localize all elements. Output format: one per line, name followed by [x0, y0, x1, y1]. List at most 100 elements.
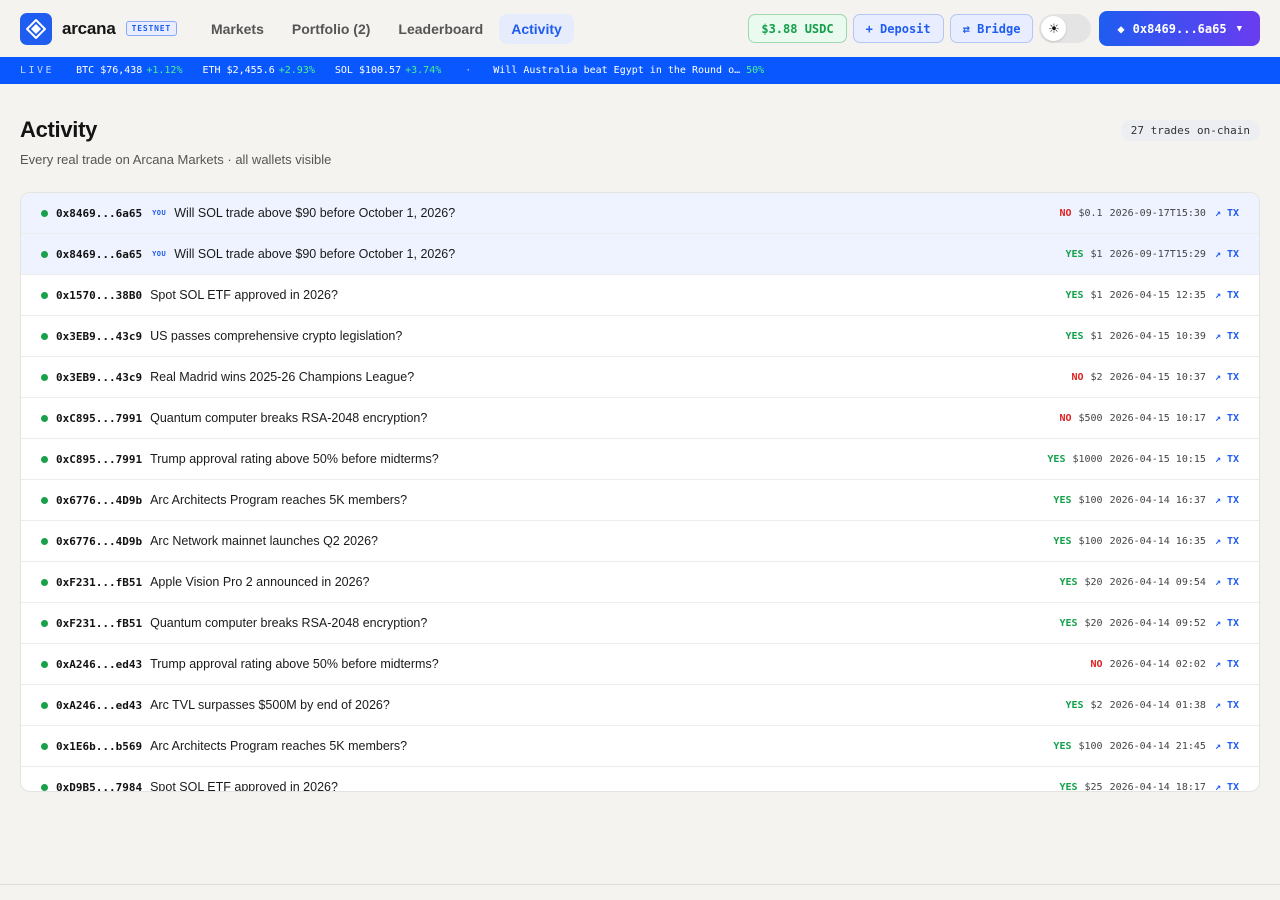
wallet-address[interactable]: 0xA246...ed43	[56, 658, 142, 671]
table-row[interactable]: 0xF231...fB51 Apple Vision Pro 2 announce…	[21, 562, 1259, 603]
tx-link[interactable]: ↗ TX	[1215, 741, 1239, 752]
wallet-address[interactable]: 0x3EB9...43c9	[56, 330, 142, 343]
table-row[interactable]: 0x6776...4D9b Arc Network mainnet launche…	[21, 521, 1259, 562]
trade-meta: YES $20 2026-04-14 09:52 ↗ TX	[1059, 618, 1239, 629]
wallet-address[interactable]: 0x8469...6a65	[56, 207, 142, 220]
deposit-button[interactable]: + Deposit	[852, 14, 944, 43]
trade-timestamp: 2026-04-14 21:45	[1109, 740, 1206, 752]
table-row[interactable]: 0x3EB9...43c9 Real Madrid wins 2025-26 Ch…	[21, 357, 1259, 398]
market-question[interactable]: Spot SOL ETF approved in 2026?	[150, 780, 338, 791]
trade-count-badge: 27 trades on-chain	[1120, 120, 1260, 141]
tx-link[interactable]: ↗ TX	[1215, 659, 1239, 670]
tx-link[interactable]: ↗ TX	[1215, 782, 1239, 792]
wallet-address[interactable]: 0x6776...4D9b	[56, 494, 142, 507]
trade-meta: YES $100 2026-04-14 16:35 ↗ TX	[1053, 536, 1239, 547]
market-question[interactable]: Quantum computer breaks RSA-2048 encrypt…	[150, 411, 427, 425]
wallet-address[interactable]: 0x1E6b...b569	[56, 740, 142, 753]
nav-activity[interactable]: Activity	[499, 13, 574, 44]
table-row[interactable]: 0xF231...fB51 Quantum computer breaks RSA…	[21, 603, 1259, 644]
trade-side: YES	[1059, 576, 1078, 588]
table-row[interactable]: 0x6776...4D9b Arc Architects Program reac…	[21, 480, 1259, 521]
trade-amount: $0.1	[1078, 207, 1103, 219]
ticker-separator: ·	[465, 65, 472, 76]
ticker-headline-prob: 50%	[746, 65, 765, 76]
trade-meta: YES $1 2026-09-17T15:29 ↗ TX	[1065, 249, 1239, 260]
market-question[interactable]: Arc Architects Program reaches 5K member…	[150, 739, 407, 753]
wallet-address[interactable]: 0x3EB9...43c9	[56, 371, 142, 384]
trade-timestamp: 2026-09-17T15:30	[1109, 207, 1206, 219]
network-badge: TESTNET	[125, 21, 177, 36]
market-question[interactable]: Apple Vision Pro 2 announced in 2026?	[150, 575, 369, 589]
table-row[interactable]: 0xC895...7991 Trump approval rating above…	[21, 439, 1259, 480]
wallet-address[interactable]: 0xF231...fB51	[56, 576, 142, 589]
trade-side: NO	[1090, 658, 1103, 670]
tx-link[interactable]: ↗ TX	[1215, 331, 1239, 342]
wallet-address[interactable]: 0xC895...7991	[56, 453, 142, 466]
bridge-button[interactable]: ⇄ Bridge	[949, 14, 1034, 43]
trade-meta: NO 2026-04-14 02:02 ↗ TX	[1091, 659, 1239, 670]
market-question[interactable]: Will SOL trade above $90 before October …	[174, 247, 455, 261]
table-row[interactable]: 0xA246...ed43 Arc TVL surpasses $500M by …	[21, 685, 1259, 726]
market-question[interactable]: Spot SOL ETF approved in 2026?	[150, 288, 338, 302]
status-dot	[41, 783, 48, 791]
tx-link[interactable]: ↗ TX	[1215, 495, 1239, 506]
tx-link[interactable]: ↗ TX	[1215, 290, 1239, 301]
table-row[interactable]: 0xA246...ed43 Trump approval rating above…	[21, 644, 1259, 685]
market-question[interactable]: Quantum computer breaks RSA-2048 encrypt…	[150, 616, 427, 630]
trade-side: YES	[1065, 289, 1084, 301]
activity-list: 0x8469...6a65 YOU Will SOL trade above $90…	[20, 192, 1260, 792]
market-question[interactable]: Arc Network mainnet launches Q2 2026?	[150, 534, 378, 548]
tx-link[interactable]: ↗ TX	[1215, 577, 1239, 588]
wallet-address[interactable]: 0x6776...4D9b	[56, 535, 142, 548]
trade-timestamp: 2026-04-14 18:17	[1109, 781, 1206, 792]
tx-link[interactable]: ↗ TX	[1215, 700, 1239, 711]
trade-side: YES	[1047, 453, 1066, 465]
main-nav: Markets Portfolio (2) Leaderboard Activi…	[199, 13, 574, 44]
logo-text[interactable]: arcana	[62, 19, 116, 39]
wallet-button[interactable]: ◆ 0x8469...6a65 ▼	[1099, 11, 1260, 46]
wallet-address[interactable]: 0x1570...38B0	[56, 289, 142, 302]
wallet-address[interactable]: 0xC895...7991	[56, 412, 142, 425]
market-question[interactable]: Trump approval rating above 50% before m…	[150, 657, 439, 671]
you-badge: YOU	[152, 250, 167, 258]
nav-leaderboard[interactable]: Leaderboard	[386, 14, 495, 44]
wallet-address[interactable]: 0xF231...fB51	[56, 617, 142, 630]
table-row[interactable]: 0x1570...38B0 Spot SOL ETF approved in 20…	[21, 275, 1259, 316]
trade-timestamp: 2026-04-15 10:17	[1109, 412, 1206, 424]
status-dot	[41, 291, 48, 299]
tx-link[interactable]: ↗ TX	[1215, 208, 1239, 219]
tx-link[interactable]: ↗ TX	[1215, 372, 1239, 383]
wallet-address[interactable]: 0xD9B5...7984	[56, 781, 142, 792]
nav-markets[interactable]: Markets	[199, 14, 276, 44]
table-row[interactable]: 0xC895...7991 Quantum computer breaks RSA…	[21, 398, 1259, 439]
market-question[interactable]: Will SOL trade above $90 before October …	[174, 206, 455, 220]
theme-toggle[interactable]: ☀	[1039, 14, 1092, 43]
tx-link[interactable]: ↗ TX	[1215, 536, 1239, 547]
tx-link[interactable]: ↗ TX	[1215, 618, 1239, 629]
wallet-address[interactable]: 0x8469...6a65	[56, 248, 142, 261]
table-row[interactable]: 0x1E6b...b569 Arc Architects Program reac…	[21, 726, 1259, 767]
table-row[interactable]: 0x8469...6a65 YOU Will SOL trade above $90…	[21, 193, 1259, 234]
nav-portfolio[interactable]: Portfolio (2)	[280, 14, 383, 44]
market-question[interactable]: Trump approval rating above 50% before m…	[150, 452, 439, 466]
table-row[interactable]: 0xD9B5...7984 Spot SOL ETF approved in 20…	[21, 767, 1259, 792]
market-question[interactable]: Real Madrid wins 2025-26 Champions Leagu…	[150, 370, 414, 384]
tx-link[interactable]: ↗ TX	[1215, 454, 1239, 465]
market-question[interactable]: Arc Architects Program reaches 5K member…	[150, 493, 407, 507]
ticker-item: SOL $100.57 +3.74%	[334, 65, 442, 76]
top-header: arcana TESTNET Markets Portfolio (2) Lea…	[0, 0, 1280, 57]
trade-meta: YES $2 2026-04-14 01:38 ↗ TX	[1065, 700, 1239, 711]
table-row[interactable]: 0x8469...6a65 YOU Will SOL trade above $90…	[21, 234, 1259, 275]
wallet-address[interactable]: 0xA246...ed43	[56, 699, 142, 712]
diamond-logo-icon	[26, 18, 46, 39]
status-dot	[41, 414, 48, 422]
market-question[interactable]: US passes comprehensive crypto legislati…	[150, 329, 402, 343]
ticker-headline[interactable]: Will Australia beat Egypt in the Round o…	[493, 65, 740, 76]
market-question[interactable]: Arc TVL surpasses $500M by end of 2026?	[150, 698, 390, 712]
trade-amount: $100	[1078, 494, 1103, 506]
tx-link[interactable]: ↗ TX	[1215, 249, 1239, 260]
table-row[interactable]: 0x3EB9...43c9 US passes comprehensive cry…	[21, 316, 1259, 357]
page-subtitle: Every real trade on Arcana Markets · all…	[20, 152, 332, 167]
logo-icon[interactable]	[20, 12, 52, 45]
tx-link[interactable]: ↗ TX	[1215, 413, 1239, 424]
